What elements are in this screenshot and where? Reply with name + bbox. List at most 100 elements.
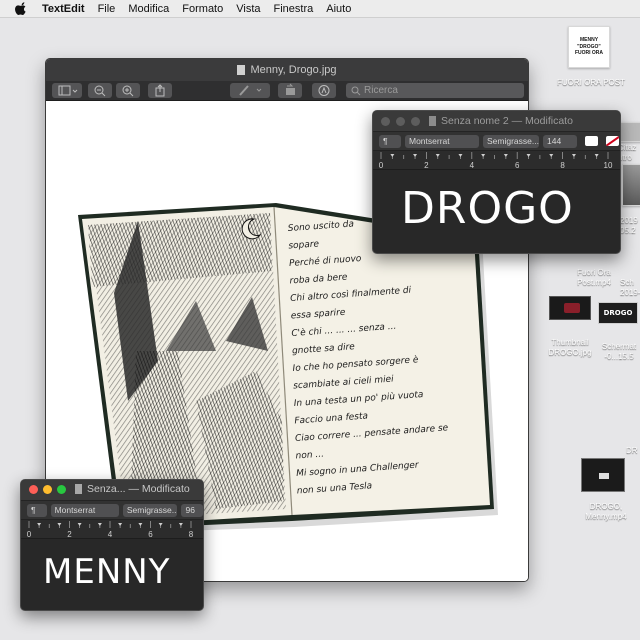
ruler-number: 8 (189, 530, 194, 539)
ruler[interactable]: 0 2 4 6 8 10 (373, 150, 620, 170)
apple-icon[interactable] (14, 1, 28, 16)
tab-stop-marker[interactable] (503, 154, 508, 157)
zoom-button[interactable] (411, 117, 420, 126)
document-thumbnail (620, 122, 640, 142)
menu-finestra[interactable]: Finestra (274, 3, 314, 15)
desktop-icon-fuori-ora-post[interactable]: MENNY "DROGO" FUORI ORA FUORI ORA POST (548, 26, 634, 92)
font-size-select[interactable]: 96 (181, 503, 203, 517)
tab-stop-marker[interactable] (435, 154, 440, 157)
tab-stop-marker[interactable] (97, 523, 102, 526)
background-color-swatch[interactable] (606, 136, 619, 146)
image-thumbnail (622, 164, 640, 206)
desktop-icon-schermata-top[interactable]: Sch 2019-0 (616, 266, 640, 300)
tab-stop-marker[interactable] (481, 154, 486, 157)
text-color-swatch[interactable] (585, 136, 598, 146)
ruler-number: 4 (108, 530, 113, 539)
thumbnail-text: MENNY "DROGO" FUORI ORA (574, 37, 604, 57)
rotate-icon (286, 83, 295, 95)
search-placeholder: Ricerca (364, 85, 398, 96)
desktop-icon-label: Citaz ntro (618, 143, 637, 162)
ruler-number: 6 (148, 530, 153, 539)
textedit-titlebar[interactable]: Senza nome 2 — Modificato (373, 111, 620, 131)
search-icon (351, 86, 361, 96)
menu-aiuto[interactable]: Aiuto (326, 3, 351, 15)
desktop-icon-label: 2019 05.2 (620, 216, 638, 235)
image-thumbnail: DROGO (598, 302, 638, 324)
format-bar: ¶ Montserrat Semigrasse... 96 (21, 500, 203, 519)
tab-stop-marker[interactable] (594, 154, 599, 157)
tab-stop-marker[interactable] (158, 523, 163, 526)
menu-modifica[interactable]: Modifica (128, 3, 169, 15)
tab-stop-marker[interactable] (571, 154, 576, 157)
window-title: Senza... (87, 483, 126, 495)
font-family-select[interactable]: Montserrat (405, 134, 479, 148)
tab-stop-marker[interactable] (118, 523, 123, 526)
ruler-scale: 0 2 4 6 8 (27, 521, 194, 539)
tab-stop-marker[interactable] (37, 523, 42, 526)
preview-toolbar: Ricerca (46, 81, 528, 101)
desktop-icon-drogo-menny-mp4[interactable]: DROGO, Menny.mp4 (574, 454, 638, 530)
close-button[interactable] (381, 117, 390, 126)
image-thumbnail (549, 296, 591, 320)
menu-vista[interactable]: Vista (236, 3, 260, 15)
ruler[interactable]: 0 2 4 6 8 (21, 519, 203, 539)
document-text[interactable]: MENNY (43, 552, 170, 592)
tab-stop-marker[interactable] (526, 154, 531, 157)
markup-pen-button[interactable] (230, 83, 270, 98)
document-text[interactable]: DROGO (401, 183, 574, 234)
minimize-button[interactable] (396, 117, 405, 126)
tab-stop-marker[interactable] (549, 154, 554, 157)
desktop-icon-fuori-ora-mp4[interactable]: Fuori Ora Post.mp4 (564, 256, 624, 292)
textedit-window-menny: Senza... — Modificato ¶ Montserrat Semig… (20, 479, 204, 611)
menu-formato[interactable]: Formato (182, 3, 223, 15)
font-family-select[interactable]: Montserrat (50, 503, 119, 517)
font-weight-select[interactable]: Semigrasse... (122, 503, 178, 517)
ruler-number: 2 (67, 530, 72, 539)
zoom-button[interactable] (57, 485, 66, 494)
close-button[interactable] (29, 485, 38, 494)
rotate-button[interactable] (278, 83, 302, 98)
pen-icon (239, 85, 262, 96)
ruler-number: 0 (27, 530, 32, 539)
zoom-out-button[interactable] (88, 83, 112, 98)
modified-status: — Modificato (511, 115, 573, 127)
format-bar: ¶ Montserrat Semigrasse... 144 (373, 131, 620, 150)
tab-stop-marker[interactable] (77, 523, 82, 526)
desktop-icon-label: DROGO, Menny.mp4 (585, 502, 627, 521)
ruler-number: 0 (379, 161, 384, 170)
zoom-in-icon (122, 85, 134, 97)
tab-stop-marker[interactable] (138, 523, 143, 526)
paragraph-style-select[interactable]: ¶ (379, 134, 401, 148)
modified-status: — Modificato (128, 483, 190, 495)
annotate-button[interactable] (312, 83, 336, 98)
desktop-icon-label: FUORI ORA POST (556, 78, 625, 87)
tab-stop-marker[interactable] (57, 523, 62, 526)
document-icon (429, 116, 436, 126)
preview-title: Menny, Drogo.jpg (250, 64, 337, 76)
tab-stop-marker[interactable] (413, 154, 418, 157)
textedit-window-drogo: Senza nome 2 — Modificato ¶ Montserrat S… (372, 110, 621, 254)
sidebar-icon (58, 85, 78, 96)
thumbnail-text: DROGO (603, 309, 633, 317)
preview-titlebar[interactable]: Menny, Drogo.jpg (46, 59, 528, 81)
zoom-in-button[interactable] (116, 83, 140, 98)
ruler-number: 2 (424, 161, 429, 170)
desktop-icon-label: Sch 2019-0 (620, 278, 640, 297)
desktop-icon-schermata-mid[interactable]: DROGO Schermat -0...15.5 (594, 296, 640, 368)
font-weight-select[interactable]: Semigrasse... (483, 134, 539, 148)
font-size-select[interactable]: 144 (543, 134, 577, 148)
share-button[interactable] (148, 83, 172, 98)
minimize-button[interactable] (43, 485, 52, 494)
search-field[interactable]: Ricerca (346, 83, 524, 98)
textedit-titlebar[interactable]: Senza... — Modificato (21, 480, 203, 500)
tab-stop-marker[interactable] (178, 523, 183, 526)
menu-file[interactable]: File (98, 3, 116, 15)
tab-stop-marker[interactable] (458, 154, 463, 157)
tab-stop-marker[interactable] (390, 154, 395, 157)
window-title: Senza nome 2 (441, 115, 509, 127)
video-thumbnail (581, 458, 625, 492)
menu-textedit[interactable]: TextEdit (42, 3, 85, 15)
sidebar-toggle-button[interactable] (52, 83, 82, 98)
ruler-number: 8 (560, 161, 565, 170)
paragraph-style-select[interactable]: ¶ (27, 503, 47, 517)
